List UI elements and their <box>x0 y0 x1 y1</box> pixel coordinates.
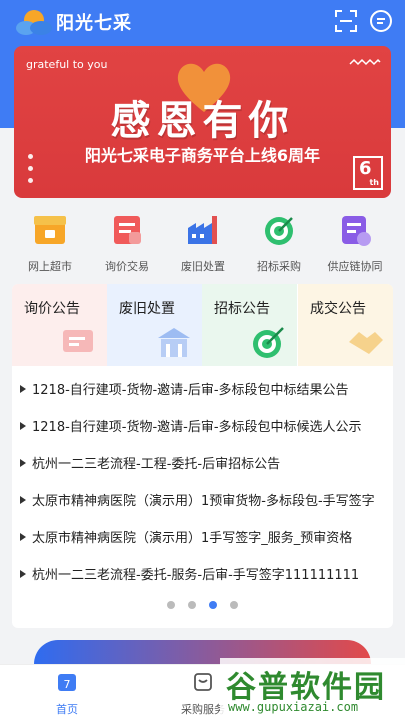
badge-number: 6 <box>359 158 372 179</box>
app-title: 阳光七采 <box>56 13 132 34</box>
tab-inquiry-notice[interactable]: 询价公告 <box>12 284 107 366</box>
target-icon <box>253 327 284 358</box>
nav-online-mall[interactable]: 网上超市 <box>10 212 90 274</box>
notice-title: 1218-自行建项-货物-邀请-后审-多标段包中标候选人公示 <box>32 420 362 435</box>
supply-chain-icon <box>342 216 371 246</box>
list-item[interactable]: 太原市精神病医院（演示用）1预审货物-多标段包-手写签字 <box>12 481 393 518</box>
caret-right-icon <box>20 458 26 467</box>
calendar-icon: 7 <box>58 674 76 691</box>
quick-nav: 网上超市 询价交易 废旧处置 招标采购 供应链协同 <box>0 212 405 274</box>
notice-title: 杭州一二三老流程-工程-委托-后审招标公告 <box>32 457 281 472</box>
pager-dot[interactable] <box>166 601 175 609</box>
message-icon[interactable] <box>369 9 393 33</box>
nav-label: 网上超市 <box>28 260 72 273</box>
factory-icon <box>188 216 217 244</box>
nav-supply-chain[interactable]: 供应链协同 <box>315 212 395 274</box>
pager-dot[interactable] <box>187 601 196 609</box>
nav-label: 供应链协同 <box>327 260 383 273</box>
carousel-pager <box>12 594 393 609</box>
promo-banner[interactable]: grateful to you 感恩有你 阳光七采电子商务平台上线6周年 6 t… <box>14 46 391 198</box>
purchase-icon <box>194 673 212 691</box>
bottom-tab-home[interactable]: 7 首页 <box>27 671 107 717</box>
nav-inquiry[interactable]: 询价交易 <box>87 212 167 274</box>
scan-icon[interactable] <box>335 10 357 32</box>
banner-dots <box>28 154 33 190</box>
chat-icon <box>63 330 93 352</box>
list-item[interactable]: 1218-自行建项-货物-邀请-后审-多标段包中标候选人公示 <box>12 407 393 444</box>
caret-right-icon <box>20 495 26 504</box>
notice-title: 杭州一二三老流程-委托-服务-后审-手写签字111111111 <box>32 568 360 583</box>
sun-cloud-logo-icon <box>16 10 52 35</box>
notice-list: 1218-自行建项-货物-邀请-后审-多标段包中标结果公告 1218-自行建项-… <box>12 370 393 592</box>
caret-right-icon <box>20 569 26 578</box>
tab-tender-notice[interactable]: 招标公告 <box>202 284 297 366</box>
wave-icon <box>349 58 381 66</box>
tab-deal-notice[interactable]: 成交公告 <box>298 284 393 366</box>
tab-label: 询价公告 <box>24 301 80 317</box>
watermark-url: www.gupuxiazai.com <box>228 700 359 714</box>
app-header: 阳光七采 <box>0 0 405 44</box>
tab-label: 成交公告 <box>310 301 366 317</box>
list-item[interactable]: 杭州一二三老流程-工程-委托-后审招标公告 <box>12 444 393 481</box>
bottom-tab-label: 首页 <box>56 703 78 716</box>
banner-tagline: grateful to you <box>26 58 108 71</box>
tab-disposal-notice[interactable]: 废旧处置 <box>107 284 202 366</box>
list-item[interactable]: 太原市精神病医院（演示用）1手写签字_服务_预审资格 <box>12 518 393 555</box>
notice-title: 太原市精神病医院（演示用）1手写签字_服务_预审资格 <box>32 531 353 546</box>
caret-right-icon <box>20 421 26 430</box>
banner-title: 感恩有你 <box>110 98 295 144</box>
nav-disposal[interactable]: 废旧处置 <box>163 212 243 274</box>
inquiry-icon <box>114 216 141 244</box>
nav-tender[interactable]: 招标采购 <box>239 212 319 274</box>
badge-suffix: th <box>369 178 379 187</box>
notice-tabs: 询价公告 废旧处置 招标公告 成交公告 <box>12 284 393 366</box>
target-icon <box>265 217 293 245</box>
pager-dot[interactable] <box>230 601 239 609</box>
tab-label: 废旧处置 <box>119 301 175 317</box>
handshake-icon <box>349 332 383 354</box>
nav-label: 招标采购 <box>257 260 301 273</box>
tab-label: 招标公告 <box>214 301 270 317</box>
notice-title: 1218-自行建项-货物-邀请-后审-多标段包中标结果公告 <box>32 383 349 398</box>
nav-label: 询价交易 <box>105 260 149 273</box>
nav-label: 废旧处置 <box>181 260 225 273</box>
list-item[interactable]: 杭州一二三老流程-委托-服务-后审-手写签字111111111 <box>12 555 393 592</box>
list-item[interactable]: 1218-自行建项-货物-邀请-后审-多标段包中标结果公告 <box>12 370 393 407</box>
caret-right-icon <box>20 532 26 541</box>
banner-subtitle: 阳光七采电子商务平台上线6周年 <box>84 146 321 165</box>
home-badge-number: 7 <box>64 678 71 691</box>
shop-icon <box>34 216 66 244</box>
site-watermark: 谷普软件园 www.gupuxiazai.com <box>220 658 405 720</box>
caret-right-icon <box>20 384 26 393</box>
anniversary-badge: 6 th <box>353 156 383 190</box>
pager-dot-active[interactable] <box>209 601 218 609</box>
notice-card: 询价公告 废旧处置 招标公告 成交公告 1218-自行建项-货物-邀请-后审-多… <box>12 284 393 628</box>
notice-title: 太原市精神病医院（演示用）1预审货物-多标段包-手写签字 <box>32 494 375 509</box>
building-icon <box>158 328 190 357</box>
